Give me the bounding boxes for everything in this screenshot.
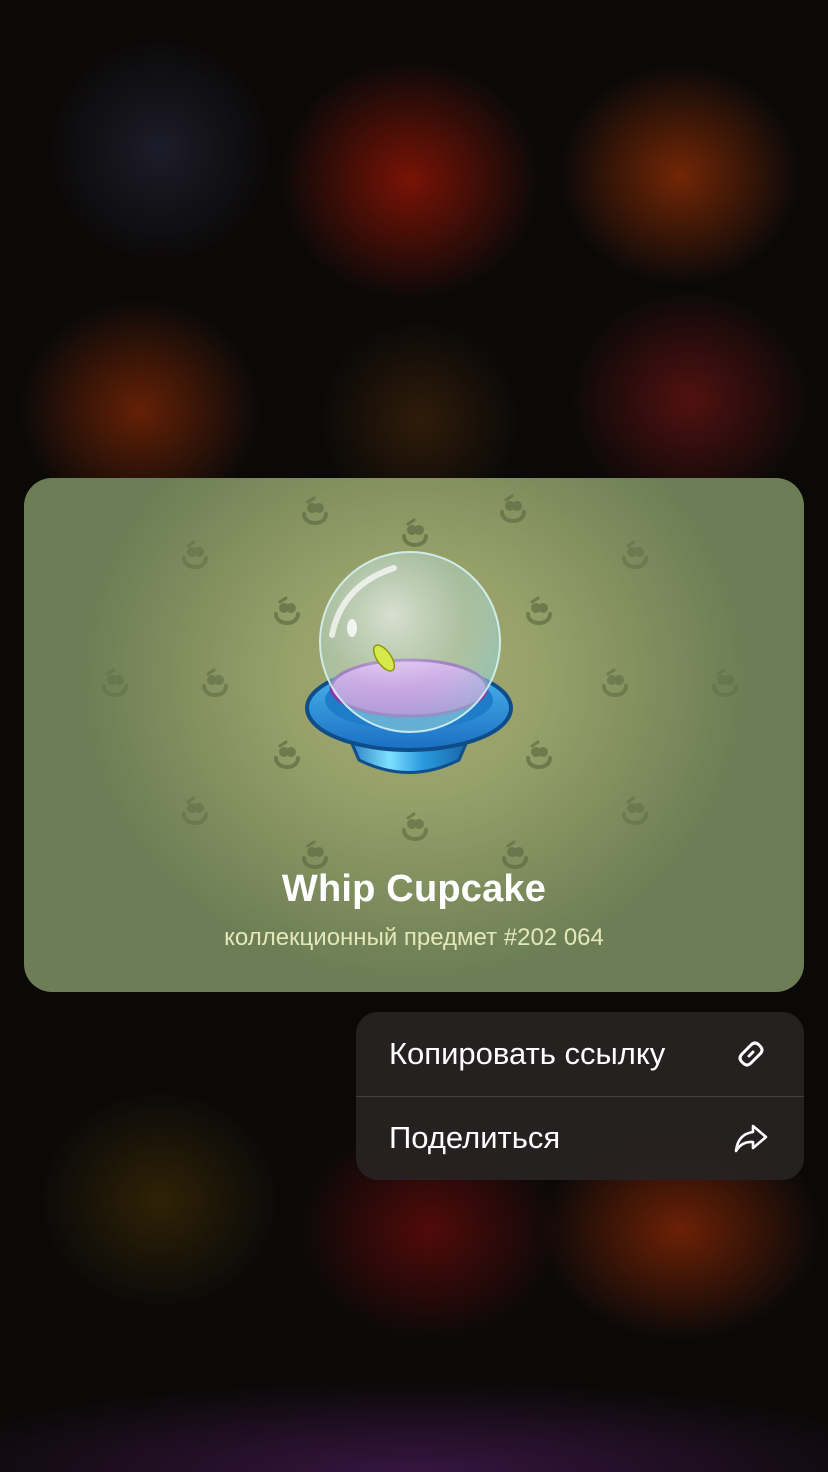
pattern-symbol-icon <box>178 796 212 830</box>
screen: Whip Cupcake коллекционный предмет #202 … <box>0 0 828 1472</box>
ufo-icon <box>305 551 513 774</box>
pattern-symbol-icon <box>522 740 556 774</box>
pattern-symbol-icon <box>496 494 530 528</box>
gift-collectible-number: коллекционный предмет #202 064 <box>224 924 604 951</box>
context-menu: Копировать ссылку Поделиться <box>356 1012 804 1180</box>
pattern-symbol-icon <box>398 812 432 846</box>
pattern-symbol-icon <box>98 668 132 702</box>
link-icon <box>738 1041 764 1067</box>
pattern-symbol-icon <box>618 540 652 574</box>
gift-name: Whip Cupcake <box>281 868 547 910</box>
pattern-symbol-icon <box>270 740 304 774</box>
pattern-symbol-icon <box>708 668 742 702</box>
share-label: Поделиться <box>389 1120 561 1155</box>
pattern-symbol-icon <box>178 540 212 574</box>
share-menu-item[interactable]: Поделиться <box>356 1096 804 1180</box>
gift-card[interactable]: Whip Cupcake коллекционный предмет #202 … <box>24 478 804 992</box>
pattern-symbol-icon <box>618 796 652 830</box>
pattern-symbol-icon <box>198 668 232 702</box>
pattern-symbol-icon <box>598 668 632 702</box>
share-arrow-icon <box>734 1124 768 1153</box>
pattern-symbol-icon <box>398 518 432 552</box>
copy-link-label: Копировать ссылку <box>389 1036 666 1071</box>
copy-link-menu-item[interactable]: Копировать ссылку <box>356 1012 804 1096</box>
pattern-symbol-icon <box>270 596 304 630</box>
pattern-symbol-icon <box>522 596 556 630</box>
pattern-symbol-icon <box>298 496 332 530</box>
